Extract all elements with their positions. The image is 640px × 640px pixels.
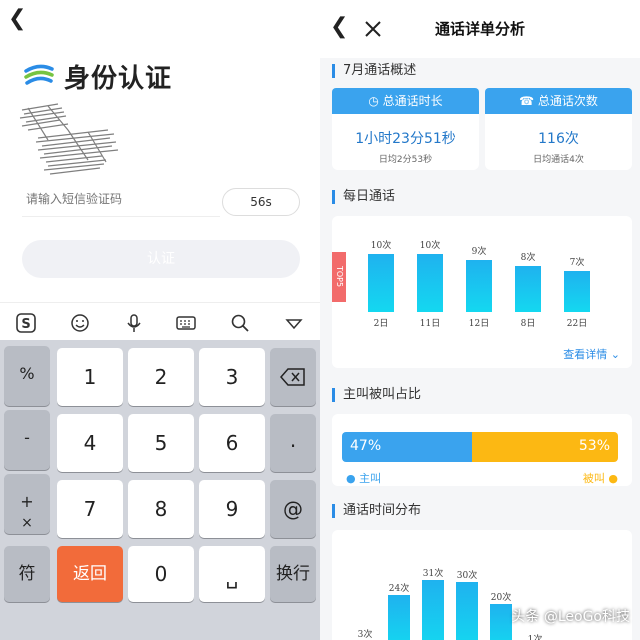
chevron-down-icon: ⌄: [610, 348, 620, 361]
callee-legend: 被叫 ●: [583, 470, 618, 486]
daily-bar-data-label: 10次: [419, 241, 441, 251]
key-times[interactable]: ×: [4, 512, 50, 534]
backspace-key[interactable]: [270, 348, 316, 406]
key-percent[interactable]: %: [4, 346, 50, 406]
distribution-bar-data-label: 24次: [388, 584, 410, 595]
callee-label: 被叫: [582, 472, 605, 485]
distribution-bar: [422, 580, 444, 640]
distribution-bar: [456, 582, 478, 640]
key-4[interactable]: 4: [57, 414, 123, 472]
ratio-section-title: 主叫被叫占比: [332, 388, 421, 402]
callee-percent: 53%: [578, 438, 610, 454]
key-at[interactable]: @: [270, 480, 316, 538]
microphone-icon[interactable]: [124, 313, 144, 333]
daily-category-label: 11日: [419, 319, 441, 329]
daily-bar: [515, 265, 541, 312]
key-0[interactable]: 0: [128, 546, 194, 602]
phone-icon: ☎: [519, 94, 535, 108]
total-duration-label: 总通话时长: [382, 94, 443, 108]
return-key[interactable]: 返回: [57, 546, 123, 602]
daily-bar-data-label: 8次: [520, 252, 536, 263]
page-title: 身份认证: [64, 64, 173, 94]
watermark: 头条 @LeoGo科技: [511, 609, 630, 625]
auth-button[interactable]: 认证: [22, 240, 300, 278]
distribution-bar-data-label: 3次: [357, 630, 373, 640]
caller-percent: 47%: [350, 438, 382, 454]
key-8[interactable]: 8: [128, 480, 194, 538]
daily-bar: [368, 254, 394, 312]
distribution-bar: [490, 604, 512, 640]
daily-category-label: 2日: [373, 319, 389, 329]
view-details-label: 查看详情: [563, 348, 608, 361]
callee-dot-icon: ●: [608, 472, 618, 485]
overview-section-title: 7月通话概述: [332, 64, 416, 78]
ratio-card: 47% 53% ● 主叫 被叫 ●: [332, 414, 632, 486]
redacted-phone-number: [19, 103, 119, 175]
caller-legend: ● 主叫: [346, 470, 381, 486]
back-icon[interactable]: ❮: [8, 6, 26, 31]
daily-average-calls: 日均通话4次: [533, 155, 584, 165]
key-2[interactable]: 2: [128, 348, 194, 406]
collapse-keyboard-icon[interactable]: [284, 313, 304, 333]
svg-text:S: S: [21, 317, 30, 332]
daily-category-label: 12日: [468, 319, 490, 329]
total-duration-value: 1小时23分51秒: [355, 131, 456, 147]
total-duration-header: ◷ 总通话时长: [332, 88, 479, 114]
distribution-bar-data-label: 1次: [527, 634, 543, 640]
keyboard-icon[interactable]: [176, 313, 196, 333]
key-9[interactable]: 9: [199, 480, 265, 538]
sms-code-input[interactable]: [26, 192, 216, 206]
daily-bar-data-label: 7次: [569, 258, 585, 269]
distribution-bar-data-label: 30次: [456, 571, 478, 582]
nav-bar: ❮ 通话详单分析: [320, 0, 640, 58]
key-minus[interactable]: -: [4, 410, 50, 470]
daily-bar: [564, 271, 590, 312]
total-duration-card: ◷ 总通话时长 1小时23分51秒 日均2分53秒: [332, 88, 479, 170]
total-calls-header: ☎ 总通话次数: [485, 88, 632, 114]
auth-panel: ❮ 身份认证 56s 认证 S: [0, 0, 320, 640]
sogou-logo-icon[interactable]: S: [16, 313, 36, 333]
key-6[interactable]: 6: [199, 414, 265, 472]
call-analysis-panel: ❮ 通话详单分析 7月通话概述 ◷ 总通话时长 1小时23分51秒 日均2分53…: [320, 0, 640, 640]
distribution-bar-data-label: 20次: [490, 593, 512, 604]
key-7[interactable]: 7: [57, 480, 123, 538]
numeric-keyboard: % - + × 1 2 3 4 5 6 . 7 8 9 @ 符 返回 0 ␣ 换…: [0, 340, 320, 640]
total-calls-card: ☎ 总通话次数 116次 日均通话4次: [485, 88, 632, 170]
key-1[interactable]: 1: [57, 348, 123, 406]
symbols-key[interactable]: 符: [4, 546, 50, 602]
caller-label: 主叫: [359, 472, 382, 485]
key-3[interactable]: 3: [199, 348, 265, 406]
resend-countdown-button[interactable]: 56s: [222, 188, 300, 216]
daily-bar-data-label: 10次: [370, 241, 392, 251]
daily-bar: [466, 259, 492, 312]
key-dot[interactable]: .: [270, 414, 316, 472]
distribution-bar: [388, 595, 410, 640]
page-title: 通话详单分析: [434, 20, 525, 38]
daily-category-label: 8日: [520, 319, 536, 329]
distribution-section-title: 通话时间分布: [332, 504, 421, 518]
search-icon[interactable]: [230, 313, 250, 333]
input-divider: [22, 216, 220, 217]
daily-bar: [417, 254, 443, 312]
caller-dot-icon: ●: [346, 472, 356, 485]
view-details-link[interactable]: 查看详情 ⌄: [563, 346, 620, 362]
newline-key[interactable]: 换行: [270, 546, 316, 602]
daily-average-duration: 日均2分53秒: [378, 155, 433, 165]
top5-badge: TOP5: [332, 252, 346, 302]
ratio-bar: 47% 53%: [342, 432, 618, 462]
space-key[interactable]: ␣: [199, 546, 265, 602]
daily-category-label: 22日: [566, 319, 588, 329]
china-mobile-logo: [23, 58, 55, 90]
daily-calls-section-title: 每日通话: [332, 190, 395, 204]
key-5[interactable]: 5: [128, 414, 194, 472]
keyboard-toolbar: S: [0, 302, 320, 343]
emoji-icon[interactable]: [70, 313, 90, 333]
daily-bar-data-label: 9次: [471, 246, 487, 257]
daily-calls-chart: TOP5 查看详情 ⌄ 10次 2日 10次 11日 9次 12日 8次 8日 7次 22日: [332, 216, 632, 368]
total-calls-label: 总通话次数: [537, 94, 598, 108]
clock-icon: ◷: [368, 94, 379, 108]
total-calls-value: 116次: [538, 131, 579, 147]
backspace-icon: [280, 368, 305, 386]
